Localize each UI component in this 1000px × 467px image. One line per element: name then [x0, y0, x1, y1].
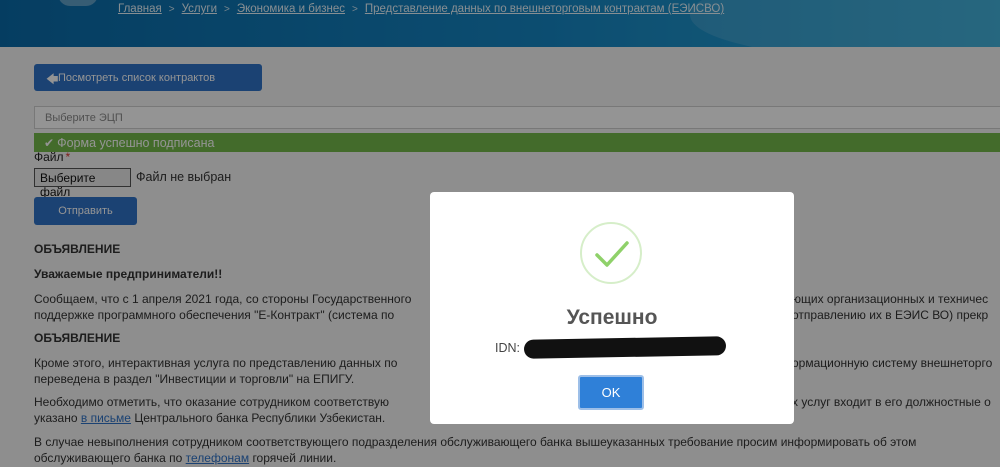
- success-icon: [580, 222, 642, 284]
- modal-title: Успешно: [566, 306, 658, 329]
- success-modal: Успешно IDN: OK: [430, 192, 794, 424]
- ok-button[interactable]: OK: [578, 375, 644, 410]
- redacted-idn-value: [523, 336, 727, 359]
- idn-label: IDN:: [495, 341, 520, 355]
